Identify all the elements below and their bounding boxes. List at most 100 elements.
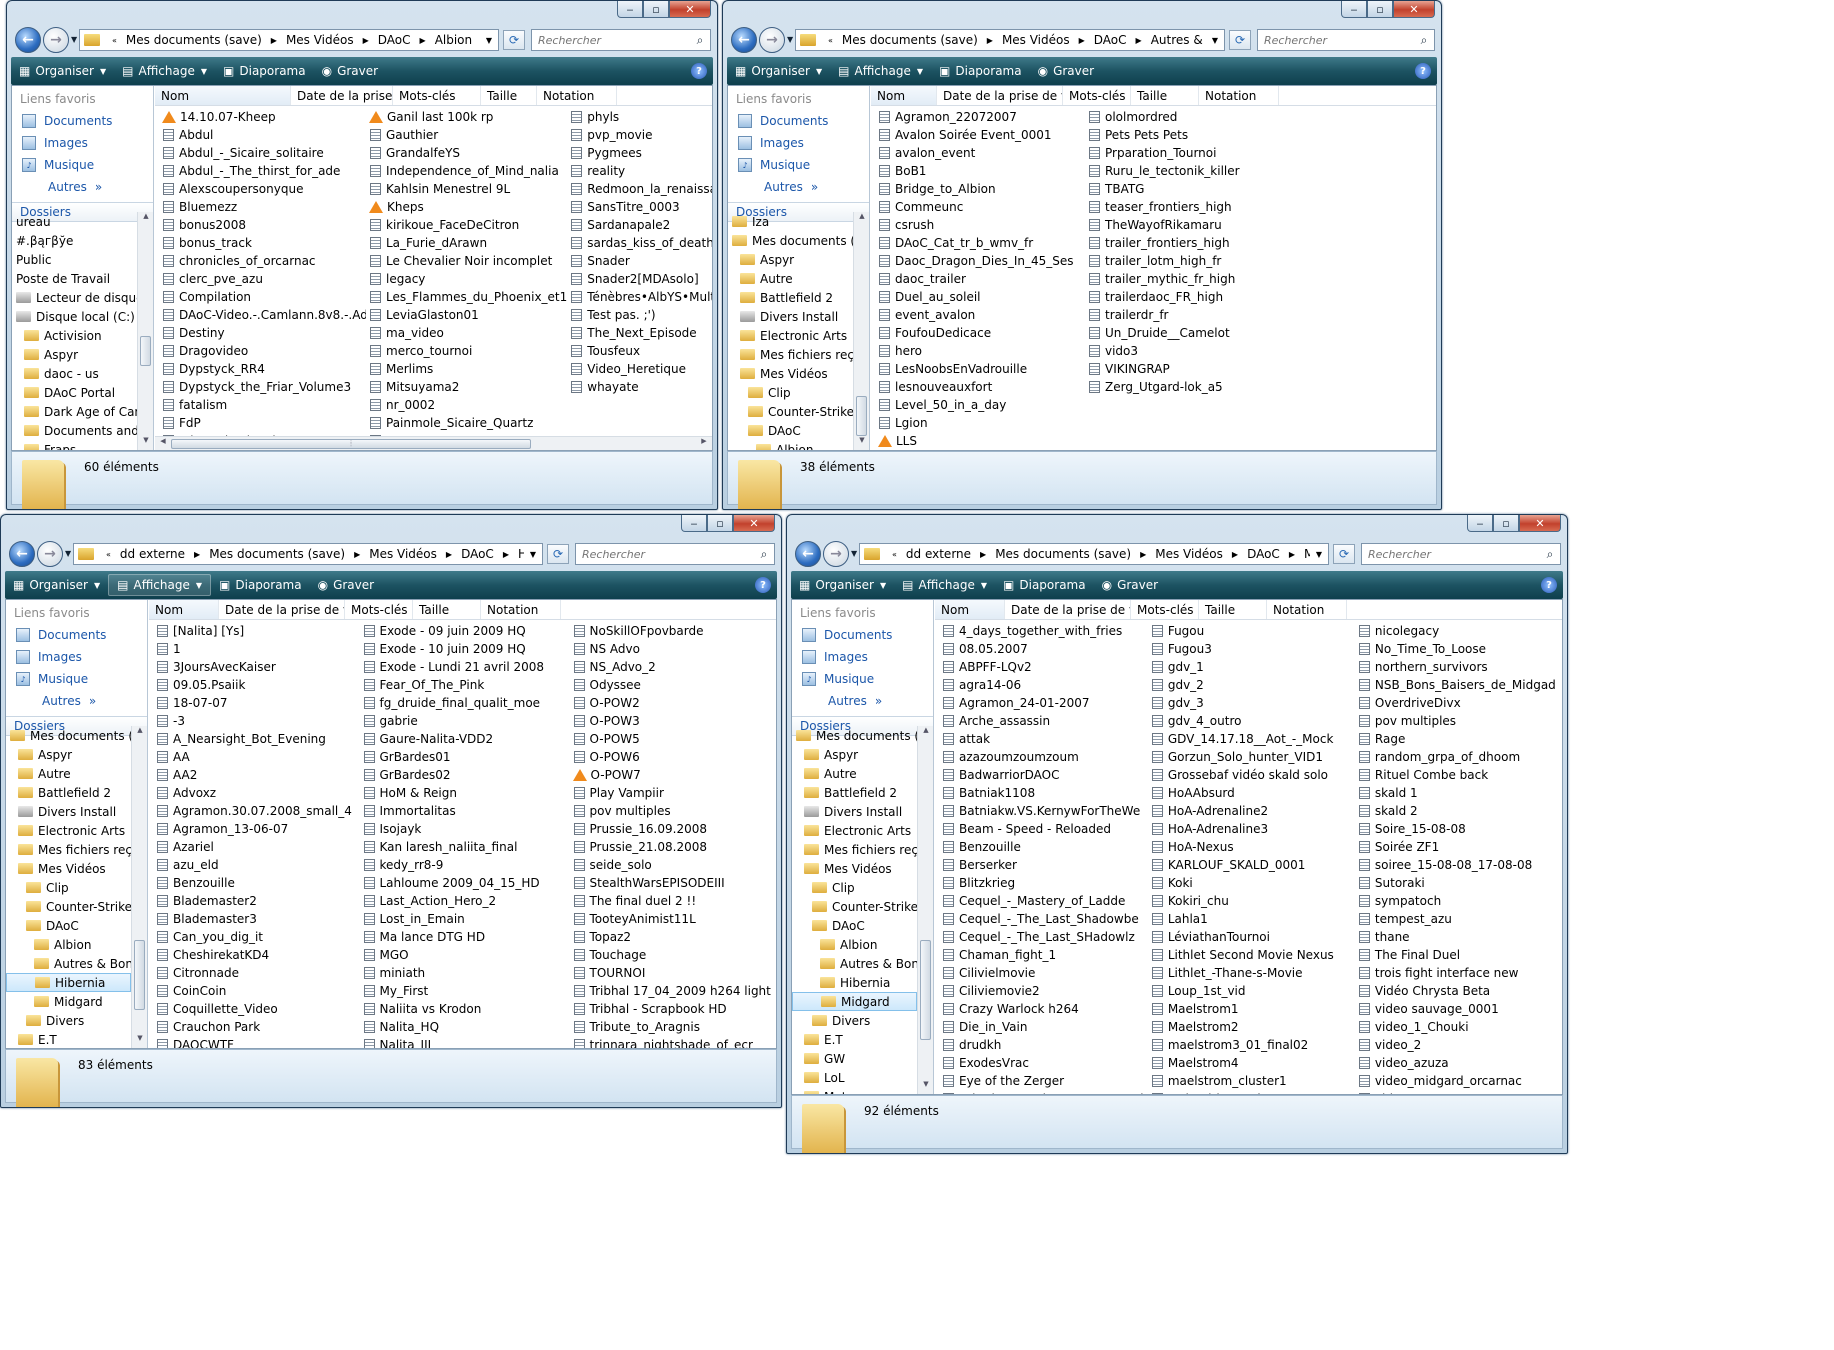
scroll-up-icon[interactable]: ▲: [138, 212, 153, 226]
minimize-icon[interactable]: ‒: [617, 1, 643, 18]
file-item[interactable]: O-POW2: [570, 694, 777, 712]
file-item[interactable]: Dypstyck_the_Friar_Volume3: [159, 378, 366, 396]
file-item[interactable]: KARLOUF_SKALD_0001: [1148, 856, 1355, 874]
file-item[interactable]: Gorzun_Solo_hunter_VID1: [1148, 748, 1355, 766]
breadcrumb-item[interactable]: Albion: [432, 33, 475, 47]
breadcrumb-arrow-icon[interactable]: ▶: [981, 36, 999, 45]
file-item[interactable]: seide_solo: [570, 856, 777, 874]
column-rating-header[interactable]: Notation: [1267, 600, 1347, 619]
breadcrumb-arrow-icon[interactable]: ▶: [1073, 36, 1091, 45]
file-item[interactable]: HoA-Adrenaline2: [1148, 802, 1355, 820]
breadcrumb-arrow-icon[interactable]: ▶: [440, 550, 458, 559]
tree-item[interactable]: Divers: [792, 1011, 917, 1030]
file-item[interactable]: Koki: [1148, 874, 1355, 892]
file-item[interactable]: csrush: [875, 216, 1085, 234]
file-item[interactable]: daoc_trailer: [875, 270, 1085, 288]
column-tags-header[interactable]: Mots-clés: [345, 600, 413, 619]
scroll-down-icon[interactable]: ▼: [138, 436, 153, 450]
tree-item[interactable]: Battlefield 2: [792, 783, 917, 802]
organize-button[interactable]: ▦ Organiser ▼: [5, 574, 108, 596]
file-item[interactable]: The Final Duel: [1355, 946, 1562, 964]
favorite-link-documents[interactable]: Documents: [792, 624, 933, 646]
refresh-button[interactable]: ⟳: [1333, 544, 1355, 564]
slideshow-button[interactable]: ▣ Diaporama: [215, 60, 314, 82]
file-item[interactable]: Eye of the Zerger: [939, 1072, 1148, 1090]
scroll-down-icon[interactable]: ▼: [132, 1034, 147, 1048]
file-item[interactable]: Cilivielmovie: [939, 964, 1148, 982]
file-item[interactable]: sardas_kiss_of_death_1.2: [567, 234, 712, 252]
tree-item[interactable]: Lecteur de disquettes (A: [12, 288, 137, 307]
file-item[interactable]: legacy: [366, 270, 567, 288]
file-item[interactable]: bonus_track: [159, 234, 366, 252]
file-item[interactable]: maelstrom3_01_final02: [1148, 1036, 1355, 1054]
breadcrumb-item[interactable]: Hibernia: [515, 547, 524, 561]
scroll-up-icon[interactable]: ▲: [132, 726, 147, 740]
tree-item[interactable]: Aspyr: [728, 250, 853, 269]
burn-button[interactable]: ◉ Graver: [1030, 60, 1103, 82]
file-item[interactable]: ABPFF-LQv2: [939, 658, 1148, 676]
file-item[interactable]: NS_Advo_2: [570, 658, 777, 676]
more-favorites-link[interactable]: Autres »: [792, 690, 933, 712]
breadcrumb-item[interactable]: Mes Vidéos: [1152, 547, 1226, 561]
overflow-chevron-icon[interactable]: «: [106, 36, 123, 45]
tree-item[interactable]: Hibernia: [792, 973, 917, 992]
file-item[interactable]: BoB1: [875, 162, 1085, 180]
file-item[interactable]: [Nalita] [Ys]: [153, 622, 360, 640]
tree-item[interactable]: Mes fichiers reçus: [6, 840, 131, 859]
search-icon[interactable]: ⌕: [754, 547, 774, 562]
tree-item[interactable]: Counter-Strike: [728, 402, 853, 421]
file-item[interactable]: Exode - 09 juin 2009 HQ: [360, 622, 570, 640]
file-item[interactable]: O-POW7: [570, 766, 777, 784]
breadcrumb-arrow-icon[interactable]: ▶: [265, 36, 283, 45]
file-item[interactable]: Fair Play et solo 2008 Kattraeth: [939, 1090, 1148, 1094]
column-date-header[interactable]: Date de la prise de vue: [937, 86, 1063, 105]
file-item[interactable]: sympatoch: [1355, 892, 1562, 910]
file-item[interactable]: trailerdaoc_FR_high: [1085, 288, 1285, 306]
search-icon[interactable]: ⌕: [690, 33, 710, 48]
search-icon[interactable]: ⌕: [1540, 547, 1560, 562]
file-item[interactable]: Video_Heretique: [567, 360, 712, 378]
tree-item[interactable]: Disque local (C:): [12, 307, 137, 326]
file-item[interactable]: pov multiples: [570, 802, 777, 820]
breadcrumb-arrow-icon[interactable]: ▶: [414, 36, 432, 45]
tree-item[interactable]: DAoC: [6, 916, 131, 935]
file-item[interactable]: whayate: [567, 378, 712, 396]
file-item[interactable]: gdv_3: [1148, 694, 1355, 712]
file-item[interactable]: Daoc_Dragon_Dies_In_45_Ses: [875, 252, 1085, 270]
file-item[interactable]: Bluemezz: [159, 198, 366, 216]
file-item[interactable]: Duel_au_soleil: [875, 288, 1085, 306]
file-item[interactable]: Lithlet_-Thane-s-Movie: [1148, 964, 1355, 982]
file-item[interactable]: Cequel_-_The_Last_Shadowbe: [939, 910, 1148, 928]
file-item[interactable]: Benzouille: [939, 838, 1148, 856]
minimize-icon[interactable]: ‒: [1467, 515, 1493, 532]
file-item[interactable]: Malandrine_3rd: [1148, 1090, 1355, 1094]
file-item[interactable]: CheshirekatKD4: [153, 946, 360, 964]
breadcrumb-item[interactable]: Mes documents (save): [839, 33, 981, 47]
tree-item[interactable]: Counter-Strike: [6, 897, 131, 916]
tree-scrollbar[interactable]: ▲ ▼: [131, 726, 147, 1048]
tree-item[interactable]: Albion: [792, 935, 917, 954]
file-item[interactable]: Nalita_III: [360, 1036, 570, 1048]
address-dropdown-icon[interactable]: ▼: [480, 36, 498, 45]
tree-item[interactable]: Mes Vidéos: [792, 859, 917, 878]
file-item[interactable]: kedy_rr8-9: [360, 856, 570, 874]
file-item[interactable]: 3JoursAvecKaiser: [153, 658, 360, 676]
file-item[interactable]: Lahloume 2009_04_15_HD: [360, 874, 570, 892]
file-item[interactable]: lesnouveauxfort: [875, 378, 1085, 396]
file-item[interactable]: nicolegacy: [1355, 622, 1562, 640]
file-item[interactable]: Immortalitas: [360, 802, 570, 820]
file-item[interactable]: video_sa_2: [1355, 1090, 1562, 1094]
file-item[interactable]: tempest_azu: [1355, 910, 1562, 928]
file-item[interactable]: gdv_1: [1148, 658, 1355, 676]
back-button[interactable]: ←: [795, 541, 821, 567]
breadcrumb-item[interactable]: Autres & Bonus: [1148, 33, 1206, 47]
file-item[interactable]: Agramon.30.07.2008_small_4: [153, 802, 360, 820]
file-item[interactable]: Play Vampiir: [570, 784, 777, 802]
burn-button[interactable]: ◉ Graver: [1094, 574, 1167, 596]
file-item[interactable]: Lithlet Second Movie Nexus: [1148, 946, 1355, 964]
tree-item[interactable]: Electronic Arts: [6, 821, 131, 840]
back-button[interactable]: ←: [9, 541, 35, 567]
file-item[interactable]: Abdul: [159, 126, 366, 144]
file-item[interactable]: video_midgard_orcarnac: [1355, 1072, 1562, 1090]
title-bar[interactable]: ‒ ▫ ✕: [787, 515, 1567, 535]
